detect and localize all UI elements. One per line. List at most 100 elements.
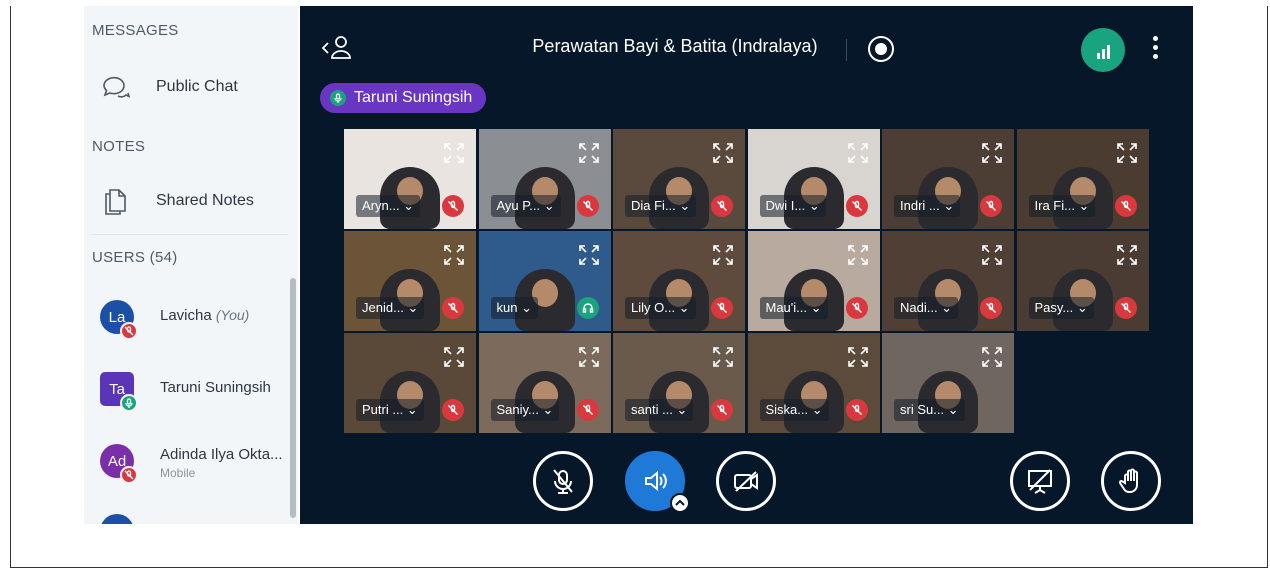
fullscreen-icon[interactable] (711, 345, 735, 369)
video-tile[interactable]: sri Su... ⌄ (882, 333, 1014, 433)
muted-mic-icon (845, 297, 868, 319)
speaker-icon (645, 470, 667, 492)
participant-name[interactable]: Lily O... ⌄ (625, 297, 696, 319)
sidebar-divider (92, 234, 288, 235)
video-tile[interactable]: Putri ... ⌄ (344, 333, 476, 433)
avatar (100, 514, 134, 524)
participant-name[interactable]: Pasy... ⌄ (1028, 297, 1094, 319)
meeting-area: Perawatan Bayi & Batita (Indralaya) Taru… (300, 6, 1193, 524)
fullscreen-icon[interactable] (577, 243, 601, 267)
fullscreen-icon[interactable] (442, 345, 466, 369)
video-tile[interactable]: santi ... ⌄ (613, 333, 745, 433)
fullscreen-icon[interactable] (980, 243, 1004, 267)
participant-name[interactable]: Putri ... ⌄ (356, 399, 424, 421)
fullscreen-icon[interactable] (846, 243, 870, 267)
fullscreen-icon[interactable] (980, 141, 1004, 165)
fullscreen-icon[interactable] (846, 345, 870, 369)
notes-icon (100, 186, 130, 216)
toggle-userlist-button[interactable] (320, 34, 354, 62)
public-chat-label: Public Chat (156, 78, 238, 95)
mute-button[interactable] (533, 451, 593, 511)
participant-name[interactable]: Indri ... ⌄ (894, 195, 961, 217)
raise-hand-button[interactable] (1101, 451, 1161, 511)
muted-mic-icon (980, 297, 1002, 319)
sidebar-scrollbar[interactable] (290, 278, 296, 518)
talking-mic-icon (120, 394, 138, 412)
user-list-item[interactable]: Ad Adinda Ilya Okta... Mobile (84, 436, 298, 492)
muted-mic-icon (120, 466, 138, 484)
participant-name[interactable]: Siska... ⌄ (759, 399, 829, 421)
participant-name[interactable]: santi ... ⌄ (625, 399, 694, 421)
sidebar: MESSAGES Public Chat NOTES Shared Notes … (84, 6, 298, 524)
user-name: Adinda Ilya Okta... (160, 446, 283, 463)
participant-name[interactable]: Ayu P... ⌄ (490, 195, 561, 217)
fullscreen-icon[interactable] (1115, 243, 1139, 267)
meeting-title: Perawatan Bayi & Batita (Indralaya) (532, 36, 818, 56)
participant-name[interactable]: Dia Fi... ⌄ (625, 195, 697, 217)
video-tile[interactable]: Pasy... ⌄ (1016, 231, 1149, 331)
fullscreen-icon[interactable] (442, 243, 466, 267)
muted-mic-icon (553, 469, 573, 494)
muted-mic-icon (711, 399, 733, 421)
talking-indicator[interactable]: Taruni Suningsih (320, 83, 487, 113)
video-tile[interactable]: Mau'i... ⌄ (747, 231, 880, 331)
shared-notes-item[interactable]: Shared Notes (84, 178, 298, 224)
video-tile[interactable]: Ayu P... ⌄ (478, 129, 611, 229)
participant-name[interactable]: kun ⌄ (490, 297, 538, 319)
fullscreen-icon[interactable] (846, 141, 870, 165)
muted-mic-icon (442, 297, 464, 319)
title-separator (846, 39, 847, 61)
muted-mic-icon (845, 399, 868, 421)
video-tile[interactable]: Lily O... ⌄ (613, 231, 745, 331)
fullscreen-icon[interactable] (980, 345, 1004, 369)
video-tile[interactable]: Jenid... ⌄ (344, 231, 476, 331)
participant-name[interactable]: Aryn... ⌄ (356, 195, 421, 217)
muted-mic-icon (576, 399, 599, 421)
user-name: Lavicha (You) (160, 307, 250, 324)
muted-mic-icon (845, 195, 868, 217)
user-device: Mobile (160, 466, 196, 480)
participant-name[interactable]: Mau'i... ⌄ (759, 297, 828, 319)
participant-name[interactable]: Jenid... ⌄ (356, 297, 425, 319)
fullscreen-icon[interactable] (711, 243, 735, 267)
video-tile[interactable]: Indri ... ⌄ (882, 129, 1014, 229)
video-tile[interactable]: Nadi... ⌄ (882, 231, 1014, 331)
participant-name[interactable]: Nadi... ⌄ (894, 297, 959, 319)
camera-button[interactable] (716, 451, 776, 511)
fullscreen-icon[interactable] (1115, 141, 1139, 165)
muted-mic-icon (120, 322, 138, 340)
fullscreen-icon[interactable] (442, 141, 466, 165)
user-name: Taruni Suningsih (160, 379, 271, 396)
more-options-button[interactable] (1153, 36, 1159, 62)
video-tile[interactable]: Saniy... ⌄ (478, 333, 611, 433)
fullscreen-icon[interactable] (577, 141, 601, 165)
record-button[interactable] (868, 36, 894, 62)
video-tile[interactable]: Aryn... ⌄ (344, 129, 476, 229)
presentation-off-icon (1028, 469, 1052, 494)
user-icon (321, 36, 351, 59)
participant-name[interactable]: Dwi I... ⌄ (759, 195, 826, 217)
muted-mic-icon (442, 399, 464, 421)
video-tile[interactable]: Dwi I... ⌄ (747, 129, 880, 229)
muted-mic-icon (576, 195, 599, 217)
participant-name[interactable]: sri Su... ⌄ (894, 399, 965, 421)
chevron-up-icon (675, 499, 685, 506)
video-tile[interactable]: Dia Fi... ⌄ (613, 129, 745, 229)
connection-status-button[interactable] (1081, 28, 1125, 72)
fullscreen-icon[interactable] (711, 141, 735, 165)
video-tile[interactable]: Siska... ⌄ (747, 333, 880, 433)
participant-name[interactable]: Saniy... ⌄ (490, 399, 560, 421)
presentation-button[interactable] (1010, 451, 1070, 511)
audio-options-chevron[interactable] (670, 493, 690, 513)
public-chat-item[interactable]: Public Chat (84, 64, 298, 110)
user-list-item[interactable]: La Lavicha (You) (84, 292, 298, 348)
fullscreen-icon[interactable] (577, 345, 601, 369)
users-heading: USERS (54) (92, 249, 178, 266)
camera-off-icon (734, 471, 758, 492)
you-tag: (You) (215, 307, 250, 323)
user-list-item[interactable]: Ta Taruni Suningsih (84, 364, 298, 420)
participant-name[interactable]: Ira Fi... ⌄ (1028, 195, 1096, 217)
video-tile[interactable]: kun ⌄ (478, 231, 611, 331)
muted-mic-icon (1114, 195, 1137, 217)
video-tile[interactable]: Ira Fi... ⌄ (1016, 129, 1149, 229)
